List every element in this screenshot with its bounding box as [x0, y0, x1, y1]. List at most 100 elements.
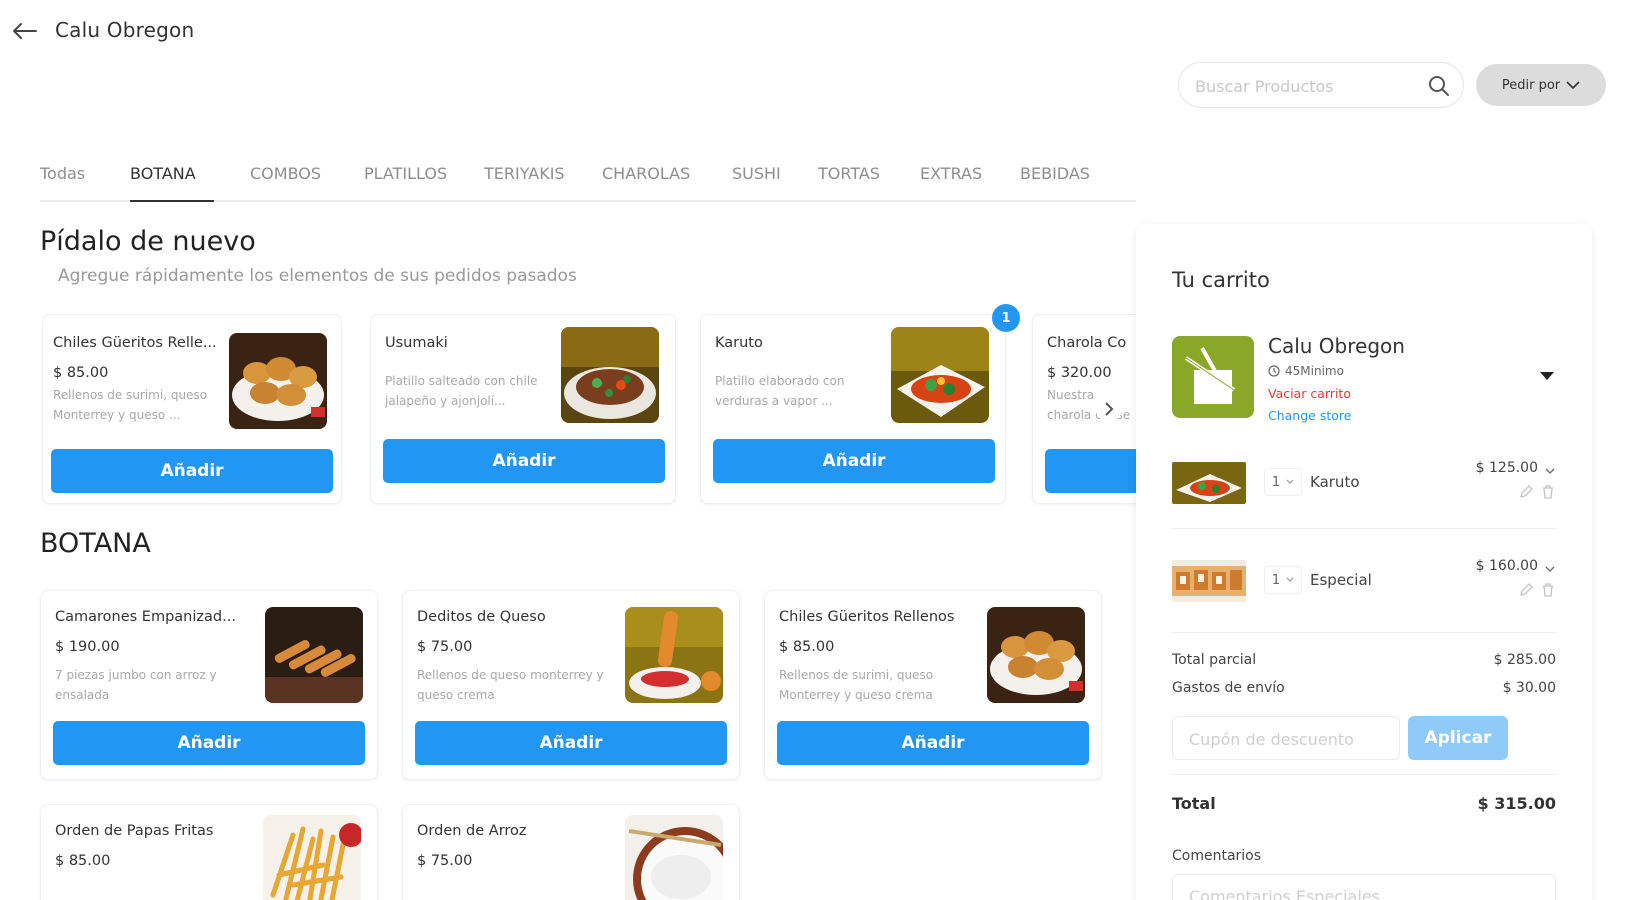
subtotal-label: Total parcial — [1172, 652, 1257, 668]
empty-cart-link[interactable]: Vaciar carrito — [1268, 386, 1351, 401]
product-description: Platillo salteado con chile jalapeño y a… — [385, 374, 538, 408]
chevron-down-icon[interactable] — [1544, 462, 1556, 474]
subtotal-value: $ 285.00 — [1493, 652, 1556, 668]
product-name: Karuto — [715, 335, 763, 351]
tab-teriyakis[interactable]: TERIYAKIS — [484, 160, 602, 200]
add-button[interactable]: Añadir — [713, 439, 995, 483]
reorder-card[interactable]: Usumaki Platillo salteado con chile jala… — [370, 314, 676, 504]
cart-item-name: Karuto — [1310, 473, 1360, 491]
tab-combos[interactable]: COMBOS — [250, 160, 364, 200]
total-label: Total — [1172, 794, 1216, 813]
product-image — [263, 815, 361, 900]
divider — [1172, 528, 1556, 529]
page-title: Calu Obregon — [55, 18, 195, 42]
add-button[interactable]: Añadir — [383, 439, 665, 483]
product-name: Orden de Arroz — [417, 823, 527, 839]
comments-textarea[interactable] — [1189, 887, 1539, 900]
chevron-down-icon — [1286, 479, 1294, 484]
total-value: $ 315.00 — [1477, 794, 1556, 813]
product-description: Rellenos de surimi, queso Monterrey y qu… — [53, 388, 208, 422]
chevron-down-icon[interactable] — [1544, 560, 1556, 572]
add-button[interactable] — [1045, 449, 1136, 493]
shipping-row: Gastos de envío $ 30.00 — [1172, 680, 1556, 696]
search-input[interactable] — [1195, 75, 1415, 97]
cart-line-item: 1 Especial $ 160.00 — [1172, 554, 1556, 610]
product-name: Chiles Güeritos Relle... — [53, 335, 217, 351]
subtotal-row: Total parcial $ 285.00 — [1172, 652, 1556, 668]
product-price: $ 85.00 — [55, 853, 111, 869]
chevron-down-icon — [1286, 577, 1294, 582]
tab-sushi[interactable]: SUSHI — [732, 160, 818, 200]
pencil-icon[interactable] — [1518, 484, 1534, 500]
product-description: Rellenos de queso monterrey y queso crem… — [417, 668, 604, 702]
product-name: Charola Co — [1047, 335, 1127, 351]
shipping-label: Gastos de envío — [1172, 680, 1285, 696]
order-by-button[interactable]: Pedir por — [1476, 64, 1606, 106]
product-card[interactable]: Orden de Papas Fritas $ 85.00 — [40, 804, 378, 900]
add-button[interactable]: Añadir — [777, 721, 1089, 765]
product-card[interactable]: Orden de Arroz $ 75.00 — [402, 804, 740, 900]
reorder-card[interactable]: Karuto Platillo elaborado con verduras a… — [700, 314, 1006, 504]
delivery-time-text: 45Minimo — [1285, 364, 1344, 378]
cart-count-badge: 1 — [992, 304, 1020, 332]
product-image — [625, 607, 723, 703]
quantity-select[interactable]: 1 — [1264, 468, 1302, 496]
product-name: Chiles Güeritos Rellenos — [779, 609, 955, 625]
product-price: $ 190.00 — [55, 639, 120, 655]
product-price: $ 75.00 — [417, 853, 473, 869]
product-description: Nuestra charola conse — [1047, 388, 1131, 422]
quantity-value: 1 — [1271, 474, 1281, 490]
search-field[interactable] — [1178, 62, 1464, 108]
product-image — [561, 327, 659, 423]
category-section-title: BOTANA — [40, 528, 151, 559]
cart-item-image — [1172, 560, 1246, 602]
add-button[interactable]: Añadir — [415, 721, 727, 765]
cart-title: Tu carrito — [1172, 268, 1270, 292]
comments-field[interactable] — [1172, 874, 1556, 900]
trash-icon[interactable] — [1540, 582, 1556, 598]
store-logo — [1172, 336, 1254, 418]
carousel-next-button[interactable] — [1096, 396, 1122, 422]
product-image — [625, 815, 723, 900]
caret-down-icon[interactable] — [1538, 368, 1556, 382]
back-arrow-icon[interactable] — [10, 18, 38, 44]
category-tabs: Todas BOTANA COMBOS PLATILLOS TERIYAKIS … — [40, 160, 1136, 202]
cart-item-image — [1172, 462, 1246, 504]
trash-icon[interactable] — [1540, 484, 1556, 500]
chevron-right-icon — [1105, 402, 1114, 416]
apply-coupon-button[interactable]: Aplicar — [1408, 716, 1508, 760]
add-button[interactable]: Añadir — [51, 449, 333, 493]
product-image — [987, 607, 1085, 703]
coupon-input[interactable] — [1189, 729, 1389, 749]
reorder-section-title: Pídalo de nuevo — [40, 226, 256, 257]
quantity-select[interactable]: 1 — [1264, 566, 1302, 594]
reorder-card[interactable]: Chiles Güeritos Relle... $ 85.00 Relleno… — [42, 314, 342, 504]
product-card[interactable]: Chiles Güeritos Rellenos $ 85.00 Relleno… — [764, 590, 1102, 780]
delivery-time: 45Minimo — [1268, 364, 1344, 378]
product-card[interactable]: Deditos de Queso $ 75.00 Rellenos de que… — [402, 590, 740, 780]
chevron-down-icon — [1566, 81, 1580, 90]
tab-charolas[interactable]: CHAROLAS — [602, 160, 732, 200]
tab-todas[interactable]: Todas — [40, 160, 130, 200]
product-image — [891, 327, 989, 423]
product-price: $ 320.00 — [1047, 365, 1112, 381]
product-name: Deditos de Queso — [417, 609, 546, 625]
quantity-value: 1 — [1271, 572, 1281, 588]
tab-platillos[interactable]: PLATILLOS — [364, 160, 484, 200]
add-button[interactable]: Añadir — [53, 721, 365, 765]
order-by-label: Pedir por — [1501, 77, 1561, 93]
top-bar: Calu Obregon — [0, 0, 1646, 60]
pencil-icon[interactable] — [1518, 582, 1534, 598]
product-price: $ 75.00 — [417, 639, 473, 655]
tab-botana[interactable]: BOTANA — [130, 160, 214, 202]
coupon-field[interactable] — [1172, 716, 1400, 760]
tab-bebidas[interactable]: BEBIDAS — [1020, 160, 1110, 200]
tab-tortas[interactable]: TORTAS — [818, 160, 920, 200]
shipping-value: $ 30.00 — [1502, 680, 1556, 696]
cart-item-price: $ 125.00 — [1475, 460, 1538, 476]
tab-extras[interactable]: EXTRAS — [920, 160, 1020, 200]
reorder-section-subtitle: Agregue rápidamente los elementos de sus… — [58, 266, 577, 286]
change-store-link[interactable]: Change store — [1268, 408, 1351, 423]
product-card[interactable]: Camarones Empanizad... $ 190.00 7 piezas… — [40, 590, 378, 780]
search-icon[interactable] — [1427, 74, 1451, 98]
